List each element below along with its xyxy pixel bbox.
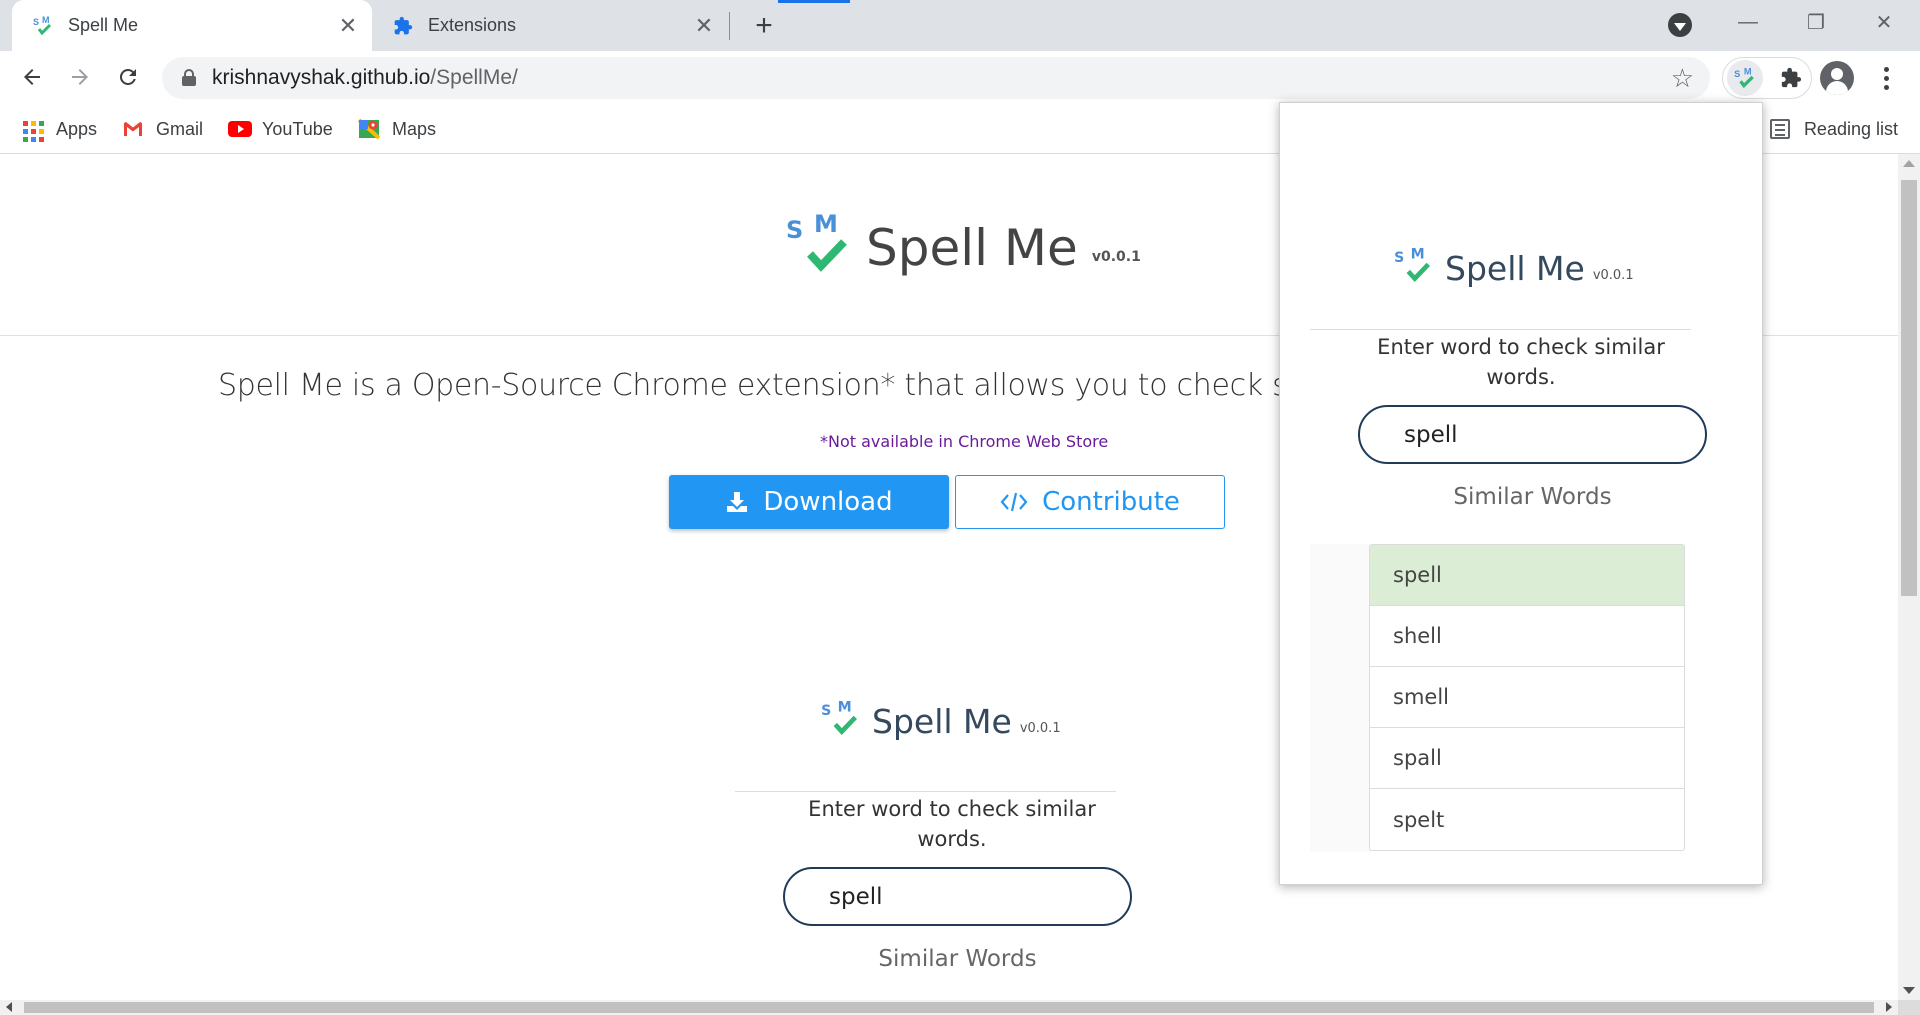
demo-brand: SM Spell Me v0.0.1 — [820, 699, 1061, 742]
bookmark-label: Maps — [392, 118, 437, 139]
close-tab-icon[interactable]: ✕ — [334, 12, 362, 40]
svg-text:M: M — [838, 700, 852, 716]
spell-me-logo-icon: SM — [820, 699, 860, 742]
tab-spell-me[interactable]: SM Spell Me ✕ — [12, 0, 372, 51]
page-brand: SM Spell Me v0.0.1 — [784, 210, 1141, 279]
window-close-button[interactable]: ✕ — [1850, 0, 1918, 44]
reading-list-button[interactable]: Reading list — [1769, 105, 1898, 153]
extension-popup: SM Spell Me v0.0.1 Enter word to check s… — [1279, 102, 1763, 885]
svg-text:M: M — [1411, 247, 1425, 263]
close-tab-icon[interactable]: ✕ — [690, 12, 718, 40]
popup-version: v0.0.1 — [1592, 268, 1634, 283]
horizontal-scrollbar[interactable] — [0, 1000, 1898, 1015]
demo-word-input[interactable]: spell — [783, 867, 1132, 926]
bookmark-label: YouTube — [262, 118, 333, 139]
extensions-puzzle-icon[interactable] — [1774, 61, 1808, 95]
demo-version: v0.0.1 — [1019, 721, 1061, 736]
download-label: Download — [763, 487, 893, 517]
url-text[interactable]: krishnavyshak.github.io/SpellMe/ — [212, 57, 518, 99]
lock-icon[interactable] — [182, 69, 196, 86]
tab-title: Spell Me — [68, 15, 139, 35]
new-tab-button[interactable]: + — [748, 9, 780, 42]
similar-word-item[interactable]: spall — [1370, 728, 1684, 789]
menu-kebab-icon[interactable] — [1876, 61, 1896, 95]
contribute-button[interactable]: Contribute — [955, 475, 1225, 529]
bookmark-apps[interactable]: Apps — [22, 105, 97, 153]
reading-list-label: Reading list — [1803, 118, 1898, 139]
reload-icon[interactable] — [110, 59, 146, 95]
demo-prompt: Enter word to check similar words. — [808, 797, 1096, 851]
svg-text:S: S — [33, 17, 39, 27]
forward-icon[interactable] — [62, 59, 98, 95]
demo-divider — [735, 791, 1116, 792]
svg-text:S: S — [1734, 69, 1740, 79]
bookmark-youtube[interactable]: YouTube — [228, 105, 333, 153]
svg-text:S: S — [786, 216, 803, 244]
gmail-icon — [122, 118, 144, 140]
spell-me-favicon: SM — [32, 15, 54, 37]
similar-word-item[interactable]: smell — [1370, 667, 1684, 728]
bookmark-maps[interactable]: Maps — [357, 105, 437, 153]
minimize-button[interactable]: — — [1714, 0, 1782, 44]
address-bar[interactable]: krishnavyshak.github.io/SpellMe/ ☆ — [162, 57, 1710, 99]
page-tagline: Spell Me is a Open-Source Chrome extensi… — [218, 368, 1465, 403]
similar-words-list: spell shell smell spall spelt — [1369, 544, 1685, 851]
tab-search-icon[interactable] — [1668, 13, 1692, 37]
toolbar: krishnavyshak.github.io/SpellMe/ ☆ SM — [0, 51, 1920, 105]
svg-text:M: M — [1744, 67, 1752, 77]
page-version: v0.0.1 — [1091, 249, 1141, 265]
popup-title: Spell Me — [1445, 249, 1585, 288]
loading-indicator — [778, 0, 850, 3]
svg-text:S: S — [821, 703, 831, 719]
svg-text:M: M — [42, 15, 50, 25]
profile-avatar-icon[interactable] — [1820, 61, 1854, 95]
bookmark-gmail[interactable]: Gmail — [122, 105, 203, 153]
spell-me-logo-icon: SM — [784, 210, 852, 279]
spell-me-extension-button[interactable]: SM — [1727, 60, 1763, 96]
bookmark-label: Apps — [56, 118, 98, 139]
code-icon — [1000, 491, 1028, 513]
bookmark-label: Gmail — [156, 118, 204, 139]
download-icon — [725, 490, 749, 514]
page-title: Spell Me — [866, 219, 1078, 277]
popup-prompt: Enter word to check similar words. — [1377, 335, 1665, 389]
demo-similar-heading: Similar Words — [878, 946, 1037, 972]
tab-title: Extensions — [428, 15, 517, 35]
reading-list-icon — [1769, 119, 1790, 139]
tab-extensions[interactable]: Extensions ✕ — [372, 0, 728, 51]
popup-word-input[interactable]: spell — [1358, 405, 1707, 464]
puzzle-icon — [392, 15, 414, 37]
popup-brand: SM Spell Me v0.0.1 — [1393, 246, 1634, 289]
svg-text:S: S — [1394, 250, 1404, 266]
spell-me-logo-icon: SM — [1393, 246, 1433, 289]
tab-strip: SM Spell Me ✕ Extensions ✕ + — ❐ ✕ — [0, 0, 1920, 51]
similar-word-item[interactable]: spelt — [1370, 789, 1684, 850]
contribute-label: Contribute — [1042, 487, 1180, 517]
svg-text:M: M — [814, 212, 838, 238]
demo-title: Spell Me — [872, 702, 1012, 741]
restore-button[interactable]: ❐ — [1782, 0, 1850, 44]
popup-similar-heading: Similar Words — [1453, 484, 1612, 510]
back-icon[interactable] — [14, 59, 50, 95]
tab-separator — [729, 12, 730, 40]
popup-divider — [1310, 329, 1691, 330]
download-button[interactable]: Download — [669, 475, 949, 529]
youtube-icon — [228, 118, 252, 140]
results-gutter — [1310, 544, 1370, 852]
similar-word-item[interactable]: spell — [1370, 545, 1684, 606]
vertical-scrollbar[interactable] — [1898, 154, 1920, 1000]
scrollbar-corner — [1898, 1000, 1920, 1015]
bookmark-star-icon[interactable]: ☆ — [1671, 63, 1694, 94]
apps-grid-icon — [22, 118, 44, 142]
maps-icon — [357, 118, 381, 140]
similar-word-item[interactable]: shell — [1370, 606, 1684, 667]
